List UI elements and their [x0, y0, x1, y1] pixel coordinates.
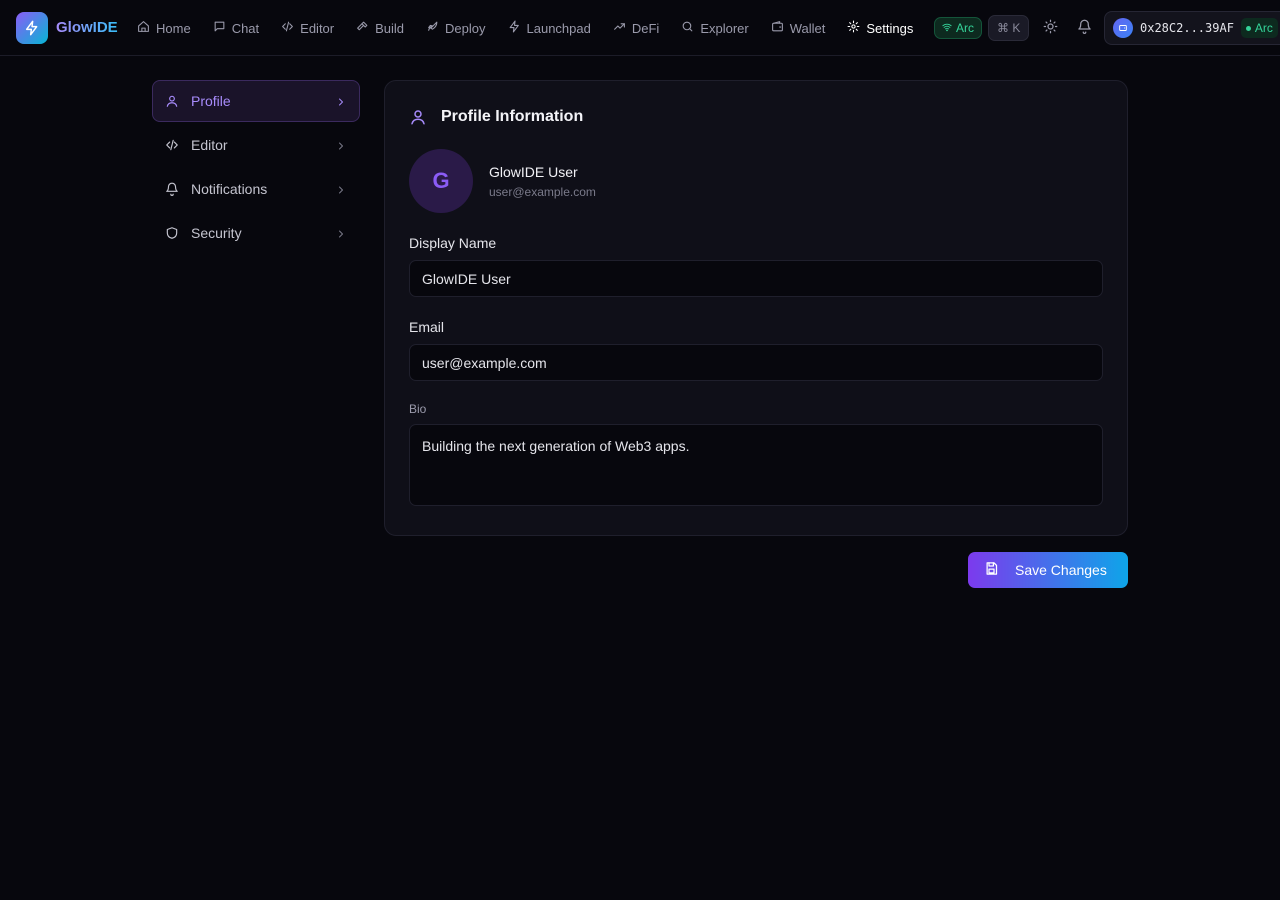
nav-item-label: Build [375, 20, 405, 36]
nav-item-label: Deploy [445, 20, 486, 36]
nav-item-label: Home [156, 20, 191, 36]
wallet-address: 0x28C2...39AF [1140, 21, 1234, 35]
sidebar-item-label: Editor [191, 137, 228, 153]
nav-item-wallet[interactable]: Wallet [760, 12, 837, 44]
nav-item-home[interactable]: Home [126, 12, 202, 44]
home-icon [137, 20, 150, 36]
main-nav: Home Chat Editor Build Deploy Launchpad … [126, 0, 924, 56]
top-nav-bar: GlowIDE Home Chat Editor Build Deploy La… [0, 0, 1280, 56]
bolt-icon [508, 20, 521, 36]
save-button-label: Save Changes [1015, 562, 1107, 578]
nav-item-defi[interactable]: DeFi [602, 12, 670, 44]
trending-up-icon [613, 20, 626, 36]
display-name-label: Display Name [409, 235, 497, 251]
nav-item-settings[interactable]: Settings [836, 12, 924, 44]
avatar[interactable]: G [409, 149, 473, 213]
brand-name[interactable]: GlowIDE [56, 18, 118, 38]
bell-icon [1077, 19, 1092, 37]
email-label: Email [409, 319, 445, 335]
wallet-network-label: Arc [1254, 21, 1273, 35]
network-badge[interactable]: Arc [934, 17, 982, 39]
hammer-icon [356, 20, 369, 36]
profile-card: Profile Information G GlowIDE User user@… [384, 80, 1128, 536]
logo-bolt-icon[interactable] [16, 12, 48, 44]
sidebar-item-label: Security [191, 225, 242, 241]
chevron-right-icon [335, 183, 347, 195]
nav-item-label: Editor [300, 20, 335, 36]
nav-item-chat[interactable]: Chat [202, 12, 270, 44]
status-dot-icon [1245, 25, 1251, 31]
gear-icon [847, 20, 860, 36]
settings-sidebar: Profile Editor Notifications Security [152, 80, 360, 256]
bell-icon [164, 181, 180, 197]
rocket-icon [426, 20, 439, 36]
nav-item-label: Launchpad [526, 20, 591, 36]
nav-item-launchpad[interactable]: Launchpad [497, 12, 602, 44]
sidebar-item-profile[interactable]: Profile [152, 80, 360, 122]
nav-item-explorer[interactable]: Explorer [670, 12, 759, 44]
chevron-right-icon [335, 95, 347, 107]
sidebar-item-security[interactable]: Security [152, 212, 360, 254]
user-icon [164, 93, 180, 109]
notifications-button[interactable] [1073, 17, 1095, 39]
nav-item-label: DeFi [631, 20, 660, 36]
card-title: Profile Information [441, 108, 584, 125]
email-input[interactable] [409, 344, 1103, 381]
theme-toggle-button[interactable] [1039, 17, 1061, 39]
sidebar-item-notifications[interactable]: Notifications [152, 168, 360, 210]
save-changes-button[interactable]: Save Changes [968, 552, 1128, 588]
chevron-right-icon [335, 139, 347, 151]
user-icon [409, 108, 429, 128]
sidebar-item-editor[interactable]: Editor [152, 124, 360, 166]
bio-textarea[interactable]: Building the next generation of Web3 app… [409, 424, 1103, 506]
sidebar-item-label: Notifications [191, 181, 268, 197]
profile-user-email: user@example.com [489, 185, 596, 199]
sun-icon [1043, 19, 1058, 37]
shield-icon [164, 225, 180, 241]
wallet-icon [771, 20, 784, 36]
network-badge-label: Arc [956, 21, 974, 35]
nav-item-build[interactable]: Build [345, 12, 415, 44]
code-icon [281, 20, 294, 36]
wallet-connect-button[interactable]: 0x28C2...39AF Arc [1104, 11, 1280, 45]
command-palette-button[interactable]: ⌘ K [988, 15, 1030, 41]
shortcut-label: ⌘ K [997, 21, 1021, 35]
nav-item-editor[interactable]: Editor [270, 12, 345, 44]
nav-item-deploy[interactable]: Deploy [415, 12, 496, 44]
profile-user-name: GlowIDE User [489, 164, 578, 180]
code-icon [164, 137, 180, 153]
wifi-icon [942, 21, 952, 35]
nav-item-label: Wallet [789, 20, 826, 36]
wallet-network-badge: Arc [1240, 18, 1278, 38]
display-name-input[interactable] [409, 260, 1103, 297]
save-icon [984, 561, 1015, 579]
search-icon [681, 20, 694, 36]
chat-icon [213, 20, 226, 36]
nav-item-label: Settings [866, 20, 914, 36]
chevron-right-icon [335, 227, 347, 239]
sidebar-item-label: Profile [191, 93, 231, 109]
nav-item-label: Explorer [700, 20, 749, 36]
bio-label: Bio [409, 402, 427, 416]
wallet-avatar-icon [1113, 18, 1133, 38]
nav-item-label: Chat [231, 20, 260, 36]
